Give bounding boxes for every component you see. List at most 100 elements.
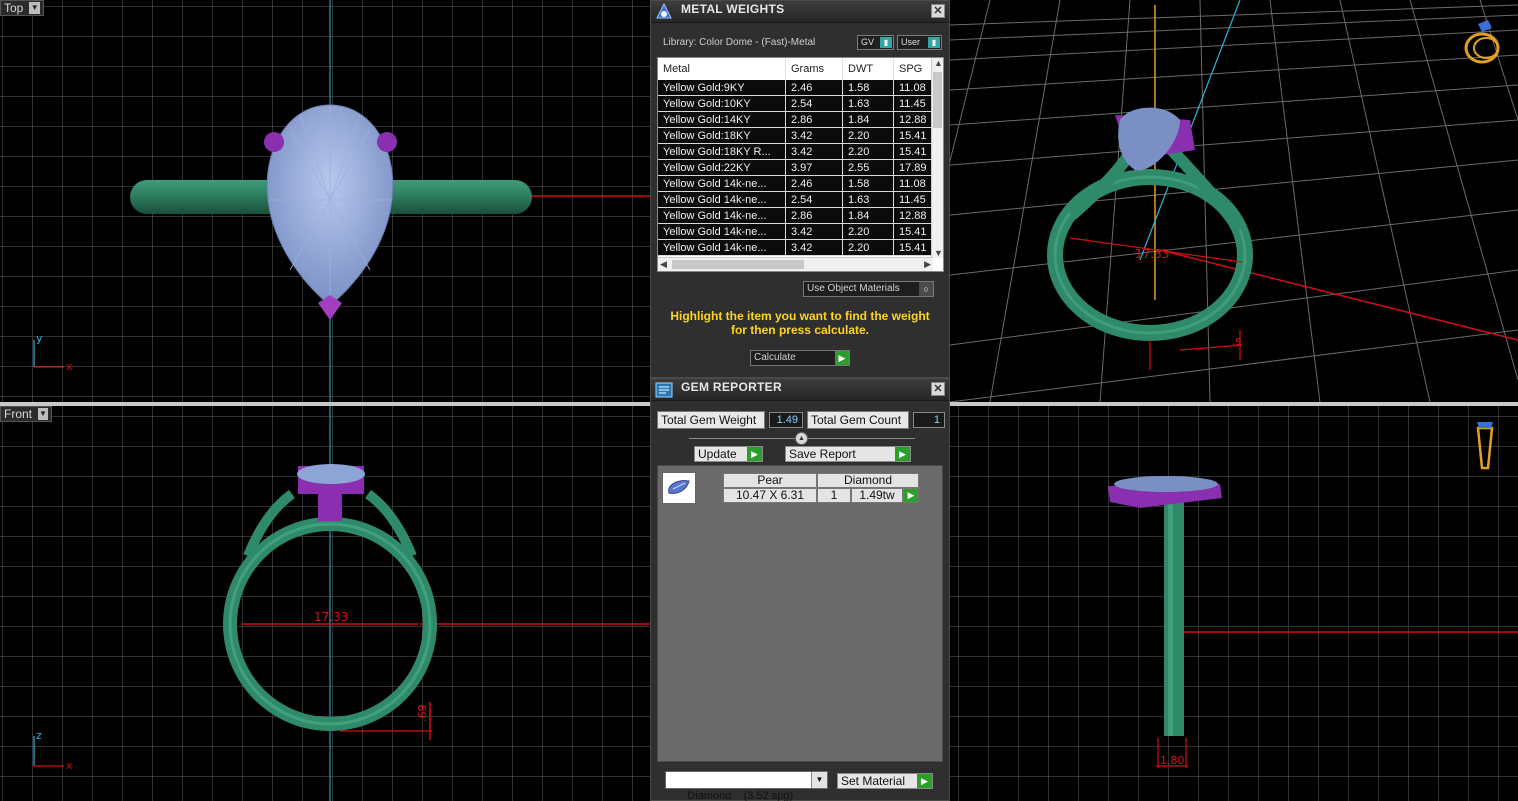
table-row[interactable]: Yellow Gold:9KY 2.46 1.58 11.08: [658, 80, 933, 96]
gem-data-row[interactable]: 10.47 X 6.31 1 1.49tw ▶: [723, 488, 919, 503]
instruction-text: Highlight the item you want to find the …: [670, 309, 930, 337]
column-header[interactable]: DWT: [843, 58, 894, 80]
table-row[interactable]: Yellow Gold:22KY 3.97 2.55 17.89: [658, 160, 933, 176]
viewport-top[interactable]: y x Top ▼: [0, 0, 650, 402]
table-cell: Yellow Gold:10KY: [658, 96, 786, 112]
table-row[interactable]: Yellow Gold:18KY R... 3.42 2.20 15.41: [658, 144, 933, 160]
table-cell: Yellow Gold:22KY: [658, 160, 786, 176]
scroll-left-icon[interactable]: ◀: [660, 259, 667, 270]
play-icon: ▶: [747, 447, 762, 461]
gem-shape: Pear: [723, 473, 817, 488]
table-cell: 1.63: [843, 96, 894, 112]
chevron-down-icon[interactable]: ▼: [29, 2, 40, 14]
gem-size: 10.47 X 6.31: [723, 488, 817, 503]
play-icon: ▶: [895, 447, 910, 461]
column-header[interactable]: SPG: [894, 58, 933, 80]
table-row[interactable]: Yellow Gold:14KY 2.86 1.84 12.88: [658, 112, 933, 128]
table-cell: 1.58: [843, 80, 894, 96]
table-row[interactable]: Yellow Gold:10KY 2.54 1.63 11.45: [658, 96, 933, 112]
viewport-front[interactable]: 17.33 .69 z x Front ▼: [0, 406, 650, 801]
set-material-button[interactable]: Set Material ▶: [837, 773, 933, 789]
chevron-down-icon[interactable]: ▼: [38, 408, 48, 420]
total-gem-count-value: 1: [913, 412, 945, 428]
save-report-button[interactable]: Save Report ▶: [785, 446, 911, 462]
metal-weights-table[interactable]: Metal Grams DWT SPG Yellow Gold:9KY 2.46 1…: [657, 57, 944, 272]
scroll-up-icon[interactable]: ▲: [934, 58, 943, 68]
table-row[interactable]: Yellow Gold 14k-ne... 3.42 2.20 15.41: [658, 224, 933, 240]
scroll-thumb[interactable]: [933, 72, 942, 128]
total-gem-weight-value: 1.49: [769, 412, 803, 428]
library-label: Library: Color Dome - (Fast)-Metal: [663, 37, 816, 48]
chevron-down-icon[interactable]: ▼: [811, 772, 827, 788]
table-cell: 3.97: [786, 160, 843, 176]
table-cell: 1.58: [843, 176, 894, 192]
viewport-front-label[interactable]: Front ▼: [0, 406, 52, 422]
table-cell: 2.54: [786, 192, 843, 208]
scroll-right-icon[interactable]: ▶: [924, 259, 931, 270]
use-object-materials-toggle[interactable]: Use Object Materials ○: [803, 281, 934, 297]
side-view-icon[interactable]: [1474, 418, 1496, 470]
viewport-label-text: Front: [4, 407, 33, 421]
toggle-icon: ▮: [928, 37, 940, 48]
table-row[interactable]: Yellow Gold 14k-ne... 2.86 1.84 12.88: [658, 208, 933, 224]
scroll-thumb[interactable]: [672, 260, 804, 269]
viewport-side[interactable]: 1.80: [950, 406, 1518, 801]
table-cell: Yellow Gold:18KY R...: [658, 144, 786, 160]
save-report-label: Save Report: [789, 447, 856, 461]
table-cell: 11.45: [894, 96, 933, 112]
table-cell: 2.46: [786, 80, 843, 96]
column-header[interactable]: Metal: [658, 58, 786, 80]
table-row[interactable]: Yellow Gold:18KY 3.42 2.20 15.41: [658, 128, 933, 144]
prong-left: [264, 132, 284, 152]
user-toggle[interactable]: User ▮: [897, 35, 942, 50]
total-gem-count-label: Total Gem Count: [807, 411, 909, 429]
table-cell: Yellow Gold:18KY: [658, 128, 786, 144]
horizontal-scrollbar[interactable]: ◀ ▶: [658, 257, 933, 271]
front-view-canvas: 17.33 .69 z x: [0, 406, 650, 801]
total-gem-weight-label: Total Gem Weight: [657, 411, 765, 429]
viewport-top-label[interactable]: Top ▼: [0, 0, 44, 16]
table-row[interactable]: Yellow Gold 14k-ne... 2.54 1.63 11.45: [658, 192, 933, 208]
table-row[interactable]: Yellow Gold 14k-ne... 3.42 2.20 15.41: [658, 240, 933, 256]
table-cell: 3.42: [786, 240, 843, 256]
table-cell: 11.08: [894, 176, 933, 192]
scale-icon: [656, 2, 672, 19]
table-cell: 15.41: [894, 144, 933, 160]
calculate-button[interactable]: Calculate ▶: [750, 350, 850, 366]
panel-titlebar[interactable]: GEM REPORTER ✕: [651, 379, 949, 401]
table-cell: 1.84: [843, 208, 894, 224]
user-label: User: [901, 37, 921, 47]
axis-y-label: y: [36, 332, 43, 345]
top-view-canvas: y x: [0, 0, 650, 402]
panel-titlebar[interactable]: METAL WEIGHTS ✕: [651, 1, 949, 23]
side-view-canvas: 1.80: [950, 406, 1518, 801]
scroll-down-icon[interactable]: ▼: [934, 248, 943, 258]
close-icon[interactable]: ✕: [931, 4, 945, 18]
perspective-view-canvas: 17.33 .9: [950, 0, 1518, 402]
table-cell: 11.45: [894, 192, 933, 208]
table-cell: Yellow Gold 14k-ne...: [658, 240, 786, 256]
play-icon: ▶: [917, 774, 932, 788]
table-cell: Yellow Gold 14k-ne...: [658, 192, 786, 208]
close-icon[interactable]: ✕: [931, 382, 945, 396]
table-cell: 12.88: [894, 112, 933, 128]
ring-view-icon[interactable]: [1462, 14, 1506, 64]
material-select[interactable]: Diamond (3.52 spg) ▼: [665, 771, 828, 801]
gem-list[interactable]: Pear Diamond 10.47 X 6.31 1 1.49tw ▶: [657, 465, 943, 762]
dimension-width: 17.33: [314, 610, 348, 624]
table-cell: 2.54: [786, 96, 843, 112]
table-cell: 2.55: [843, 160, 894, 176]
viewport-perspective[interactable]: 17.33 .9: [950, 0, 1518, 402]
pear-gem-icon[interactable]: [662, 472, 696, 504]
table-cell: Yellow Gold 14k-ne...: [658, 224, 786, 240]
play-icon: ▶: [835, 351, 849, 365]
update-button[interactable]: Update ▶: [694, 446, 763, 462]
table-row[interactable]: Yellow Gold 14k-ne... 2.46 1.58 11.08: [658, 176, 933, 192]
gem-row-action[interactable]: ▶: [903, 488, 919, 503]
table-cell: 1.84: [843, 112, 894, 128]
vertical-scrollbar[interactable]: ▲ ▼: [931, 58, 943, 258]
gv-toggle[interactable]: GV ▮: [857, 35, 894, 50]
table-cell: 11.08: [894, 80, 933, 96]
column-header[interactable]: Grams: [786, 58, 843, 80]
splitter-handle-icon[interactable]: ▲: [795, 432, 808, 445]
